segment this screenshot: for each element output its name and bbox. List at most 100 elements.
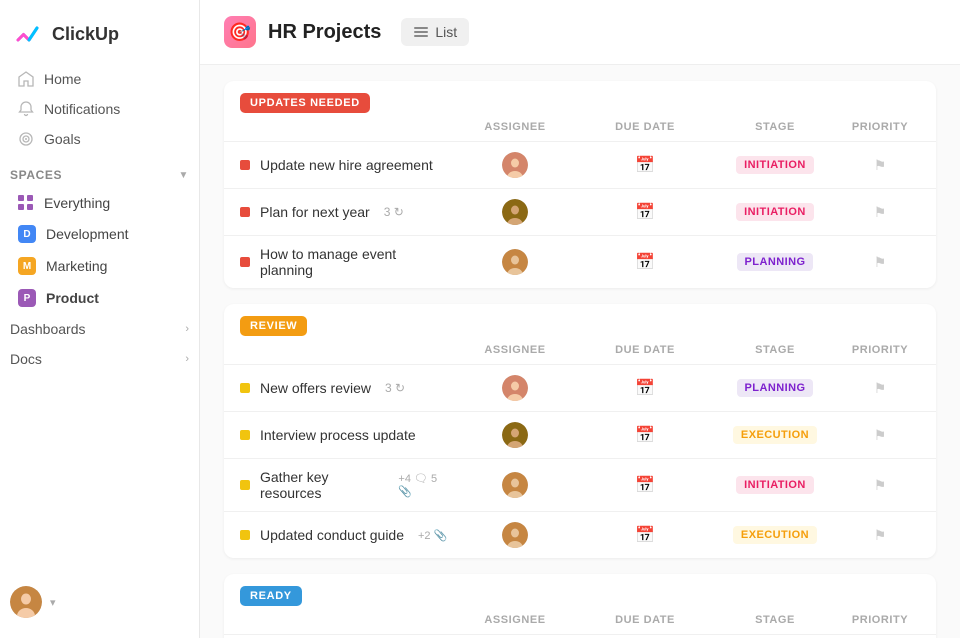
stage-cell: INITIATION — [710, 203, 840, 221]
priority-cell: ⚑ — [840, 204, 920, 221]
task-name: New offers review — [260, 380, 371, 396]
sidebar-item-dashboards[interactable]: Dashboards › — [0, 314, 199, 344]
home-label: Home — [44, 71, 81, 87]
sidebar-item-notifications[interactable]: Notifications — [8, 94, 191, 124]
flag-icon: ⚑ — [874, 380, 887, 397]
stage-badge: INITIATION — [736, 203, 814, 221]
docs-label: Docs — [10, 351, 42, 367]
list-view-label: List — [435, 24, 457, 40]
updates-needed-badge: UPDATES NEEDED — [240, 93, 370, 113]
clickup-logo-icon — [16, 20, 44, 48]
date-cell: 📅 — [580, 525, 710, 545]
calendar-icon: 📅 — [635, 155, 655, 175]
goals-icon — [18, 131, 34, 147]
sidebar-item-product[interactable]: P Product — [8, 282, 191, 314]
stage-badge: EXECUTION — [733, 426, 817, 444]
assignee-cell — [450, 472, 580, 498]
spaces-label: Spaces — [10, 168, 62, 182]
sidebar: ClickUp Home Notifications Goals Space — [0, 0, 200, 638]
task-meta: +2 📎 — [418, 529, 447, 542]
development-avatar: D — [18, 225, 36, 243]
table-row[interactable]: How to manage event planning 📅 PLANNING … — [224, 235, 936, 288]
product-avatar: P — [18, 289, 36, 307]
task-dot — [240, 207, 250, 217]
review-table-header: ASSIGNEE DUE DATE STAGE PRIORITY — [224, 336, 936, 364]
updates-needed-table-header: ASSIGNEE DUE DATE STAGE PRIORITY — [224, 113, 936, 141]
task-dot — [240, 530, 250, 540]
notifications-label: Notifications — [44, 101, 120, 117]
calendar-icon: 📅 — [635, 202, 655, 222]
date-cell: 📅 — [580, 378, 710, 398]
table-row[interactable]: Plan for next year 3 ↻ 📅 INITIATION ⚑ — [224, 188, 936, 235]
updates-needed-section: UPDATES NEEDED ASSIGNEE DUE DATE STAGE P… — [224, 81, 936, 288]
date-cell: 📅 — [580, 252, 710, 272]
task-cell: Interview process update — [240, 427, 450, 443]
stage-badge: INITIATION — [736, 476, 814, 494]
col-duedate-2: DUE DATE — [580, 614, 710, 626]
bell-icon — [18, 101, 34, 117]
space-development-label: Development — [46, 226, 129, 242]
task-cell: Update new hire agreement — [240, 157, 450, 173]
task-cell: Plan for next year 3 ↻ — [240, 204, 450, 220]
col-assignee-1: ASSIGNEE — [450, 344, 580, 356]
calendar-icon: 📅 — [635, 475, 655, 495]
sidebar-item-goals[interactable]: Goals — [8, 124, 191, 154]
stage-badge: INITIATION — [736, 156, 814, 174]
space-marketing-label: Marketing — [46, 258, 107, 274]
task-cell: New offers review 3 ↻ — [240, 380, 450, 396]
user-avatar-bottom[interactable]: ▾ — [0, 578, 199, 626]
sidebar-item-home[interactable]: Home — [8, 64, 191, 94]
list-view-tab[interactable]: List — [401, 18, 469, 46]
sidebar-item-docs[interactable]: Docs › — [0, 344, 199, 374]
sidebar-item-development[interactable]: D Development — [8, 218, 191, 250]
col-stage-0: STAGE — [710, 121, 840, 133]
date-cell: 📅 — [580, 155, 710, 175]
avatar — [502, 472, 528, 498]
task-meta: 3 ↻ — [385, 381, 405, 395]
user-chevron-icon: ▾ — [50, 596, 56, 609]
table-row[interactable]: New offers review 3 ↻ 📅 PLANNING ⚑ — [224, 364, 936, 411]
col-stage-2: STAGE — [710, 614, 840, 626]
sidebar-nav: Home Notifications Goals — [0, 64, 199, 154]
task-cell: How to manage event planning — [240, 246, 450, 278]
content-area: UPDATES NEEDED ASSIGNEE DUE DATE STAGE P… — [200, 65, 960, 638]
flag-icon: ⚑ — [874, 427, 887, 444]
task-name: Plan for next year — [260, 204, 370, 220]
priority-cell: ⚑ — [840, 380, 920, 397]
date-cell: 📅 — [580, 202, 710, 222]
assignee-cell — [450, 152, 580, 178]
stage-cell: PLANNING — [710, 379, 840, 397]
goals-label: Goals — [44, 131, 81, 147]
review-header: REVIEW — [224, 304, 936, 336]
task-meta: +4 🗨 5 📎 — [398, 472, 450, 498]
ready-badge: READY — [240, 586, 302, 606]
ready-section: READY ASSIGNEE DUE DATE STAGE PRIORITY N… — [224, 574, 936, 638]
flag-icon: ⚑ — [874, 527, 887, 544]
sidebar-item-marketing[interactable]: M Marketing — [8, 250, 191, 282]
date-cell: 📅 — [580, 475, 710, 495]
avatar — [502, 522, 528, 548]
table-row[interactable]: Updated conduct guide +2 📎 📅 EXECUTION ⚑ — [224, 511, 936, 558]
table-row[interactable]: Update new hire agreement 📅 INITIATION ⚑ — [224, 141, 936, 188]
table-row[interactable]: New contractor agreement 📅 PLANNING ⚑ — [224, 634, 936, 638]
everything-grid-icon — [18, 195, 34, 211]
task-name: How to manage event planning — [260, 246, 450, 278]
task-name: Update new hire agreement — [260, 157, 433, 173]
assignee-cell — [450, 375, 580, 401]
assignee-cell — [450, 522, 580, 548]
project-title: HR Projects — [268, 21, 381, 44]
task-dot — [240, 430, 250, 440]
table-row[interactable]: Interview process update 📅 EXECUTION ⚑ — [224, 411, 936, 458]
col-priority-1: PRIORITY — [840, 344, 920, 356]
avatar — [502, 422, 528, 448]
table-row[interactable]: Gather key resources +4 🗨 5 📎 📅 INITIATI… — [224, 458, 936, 511]
updates-needed-header: UPDATES NEEDED — [224, 81, 936, 113]
task-dot — [240, 160, 250, 170]
priority-cell: ⚑ — [840, 254, 920, 271]
home-icon — [18, 71, 34, 87]
sidebar-item-everything[interactable]: Everything — [8, 188, 191, 218]
col-duedate-1: DUE DATE — [580, 344, 710, 356]
calendar-icon: 📅 — [635, 525, 655, 545]
space-everything-label: Everything — [44, 195, 110, 211]
stage-cell: EXECUTION — [710, 526, 840, 544]
